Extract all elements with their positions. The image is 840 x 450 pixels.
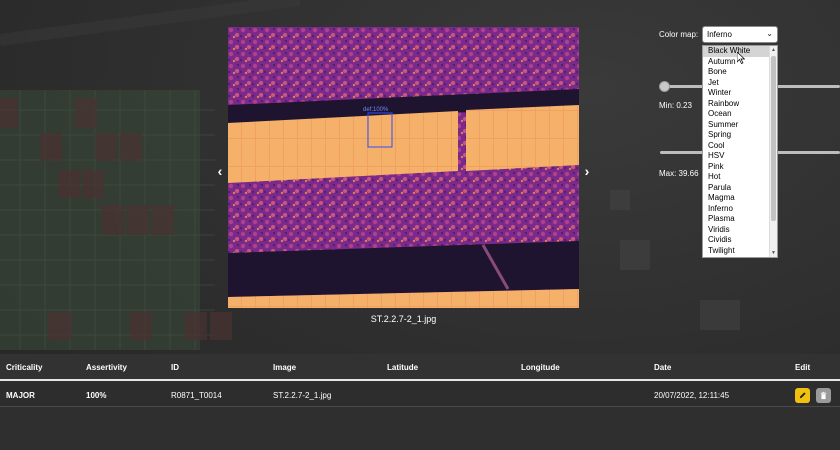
color-map-option[interactable]: Spring bbox=[703, 130, 777, 141]
color-map-option[interactable]: Magma bbox=[703, 193, 777, 204]
color-map-option[interactable]: Parula bbox=[703, 183, 777, 194]
color-map-option[interactable]: Summer bbox=[703, 120, 777, 131]
scrollbar-thumb[interactable] bbox=[771, 56, 776, 221]
thermal-image-graphic: def:100% bbox=[228, 27, 579, 308]
color-map-label: Color map: bbox=[659, 30, 699, 39]
color-map-option[interactable]: Twilight bbox=[703, 246, 777, 257]
column-header-longitude[interactable]: Longitude bbox=[521, 363, 560, 372]
previous-image-button[interactable]: ‹ bbox=[213, 162, 227, 180]
delete-button[interactable] bbox=[816, 388, 831, 403]
max-value-label: Max: 39.66 bbox=[659, 169, 699, 178]
color-map-option[interactable]: Bone bbox=[703, 67, 777, 78]
color-map-option[interactable]: Inferno bbox=[703, 204, 777, 215]
anomalies-table: Criticality Assertivity ID Image Latitud… bbox=[0, 354, 840, 450]
mouse-cursor-icon bbox=[737, 52, 745, 64]
color-map-option[interactable]: Plasma bbox=[703, 214, 777, 225]
color-map-option[interactable]: Pink bbox=[703, 162, 777, 173]
color-map-option[interactable]: Viridis bbox=[703, 225, 777, 236]
color-map-options-list[interactable]: Black White Autumn Bone Jet Winter Rainb… bbox=[702, 45, 778, 258]
table-row[interactable]: MAJOR 100% R0871_T0014 ST.2.2.7-2_1.jpg … bbox=[0, 383, 840, 407]
column-header-assertivity[interactable]: Assertivity bbox=[86, 363, 127, 372]
thermal-image[interactable]: def:100% bbox=[228, 27, 579, 308]
color-map-option[interactable]: Cool bbox=[703, 141, 777, 152]
column-header-criticality[interactable]: Criticality bbox=[6, 363, 42, 372]
scroll-up-icon[interactable]: ▲ bbox=[770, 47, 777, 53]
color-map-selected-value: Inferno bbox=[707, 30, 732, 39]
color-map-option[interactable]: Jet bbox=[703, 78, 777, 89]
min-value-label: Min: 0.23 bbox=[659, 101, 692, 110]
next-image-button[interactable]: › bbox=[580, 162, 594, 180]
color-map-scrollbar[interactable]: ▲ ▼ bbox=[769, 46, 777, 257]
color-map-option[interactable]: Cividis bbox=[703, 235, 777, 246]
cell-date: 20/07/2022, 12:11:45 bbox=[654, 391, 730, 400]
cell-assertivity: 100% bbox=[86, 391, 107, 400]
color-map-option[interactable]: Ocean bbox=[703, 109, 777, 120]
pencil-icon bbox=[799, 392, 806, 399]
column-header-edit: Edit bbox=[795, 363, 811, 372]
column-header-image[interactable]: Image bbox=[273, 363, 296, 372]
color-map-select[interactable]: Inferno ⌄ bbox=[702, 26, 778, 43]
column-header-id[interactable]: ID bbox=[171, 363, 179, 372]
scroll-down-icon[interactable]: ▼ bbox=[770, 250, 777, 256]
column-header-date[interactable]: Date bbox=[654, 363, 671, 372]
cell-id: R0871_T0014 bbox=[171, 391, 222, 400]
image-caption: ST.2.2.7-2_1.jpg bbox=[370, 314, 437, 324]
color-map-option[interactable]: Hot bbox=[703, 172, 777, 183]
color-map-option[interactable]: Rainbow bbox=[703, 99, 777, 110]
cell-image: ST.2.2.7-2_1.jpg bbox=[273, 391, 332, 400]
chevron-down-icon: ⌄ bbox=[766, 29, 773, 38]
detection-label: def:100% bbox=[363, 107, 389, 113]
trash-icon bbox=[820, 391, 827, 400]
cell-criticality: MAJOR bbox=[6, 391, 35, 400]
color-map-option[interactable]: Winter bbox=[703, 88, 777, 99]
min-slider-thumb[interactable] bbox=[659, 81, 670, 92]
column-header-latitude[interactable]: Latitude bbox=[387, 363, 418, 372]
edit-button[interactable] bbox=[795, 388, 810, 403]
table-header: Criticality Assertivity ID Image Latitud… bbox=[0, 354, 840, 381]
color-map-option[interactable]: HSV bbox=[703, 151, 777, 162]
